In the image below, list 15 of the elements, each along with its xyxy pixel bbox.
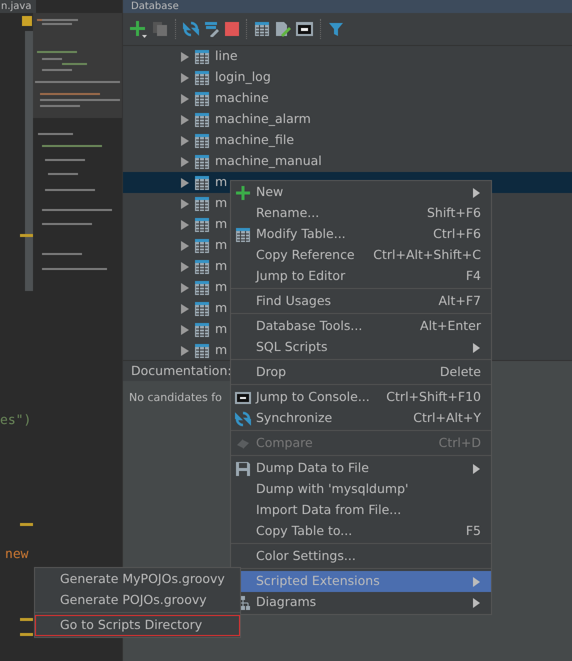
shortcut-label: Alt+F7 bbox=[438, 292, 481, 310]
shortcut-label: Delete bbox=[440, 363, 481, 382]
panel-title: Database bbox=[123, 0, 572, 13]
shortcut-label: Ctrl+Alt+Shift+C bbox=[373, 246, 481, 264]
shortcut-label: F4 bbox=[466, 267, 481, 286]
documentation-text: No candidates fo bbox=[129, 391, 222, 404]
shortcut-label: Ctrl+F6 bbox=[433, 225, 481, 244]
shortcut-label: Ctrl+D bbox=[438, 434, 481, 452]
shortcut-label: Alt+Enter bbox=[420, 317, 481, 336]
code-text: new bbox=[4, 546, 30, 564]
shortcut-label: Ctrl+Shift+F10 bbox=[386, 388, 481, 406]
code-text: es") bbox=[0, 412, 32, 430]
shortcut-label: F5 bbox=[466, 522, 481, 540]
shortcut-label: Ctrl+Alt+Y bbox=[413, 409, 481, 428]
shortcut-label: Shift+F6 bbox=[426, 204, 481, 222]
